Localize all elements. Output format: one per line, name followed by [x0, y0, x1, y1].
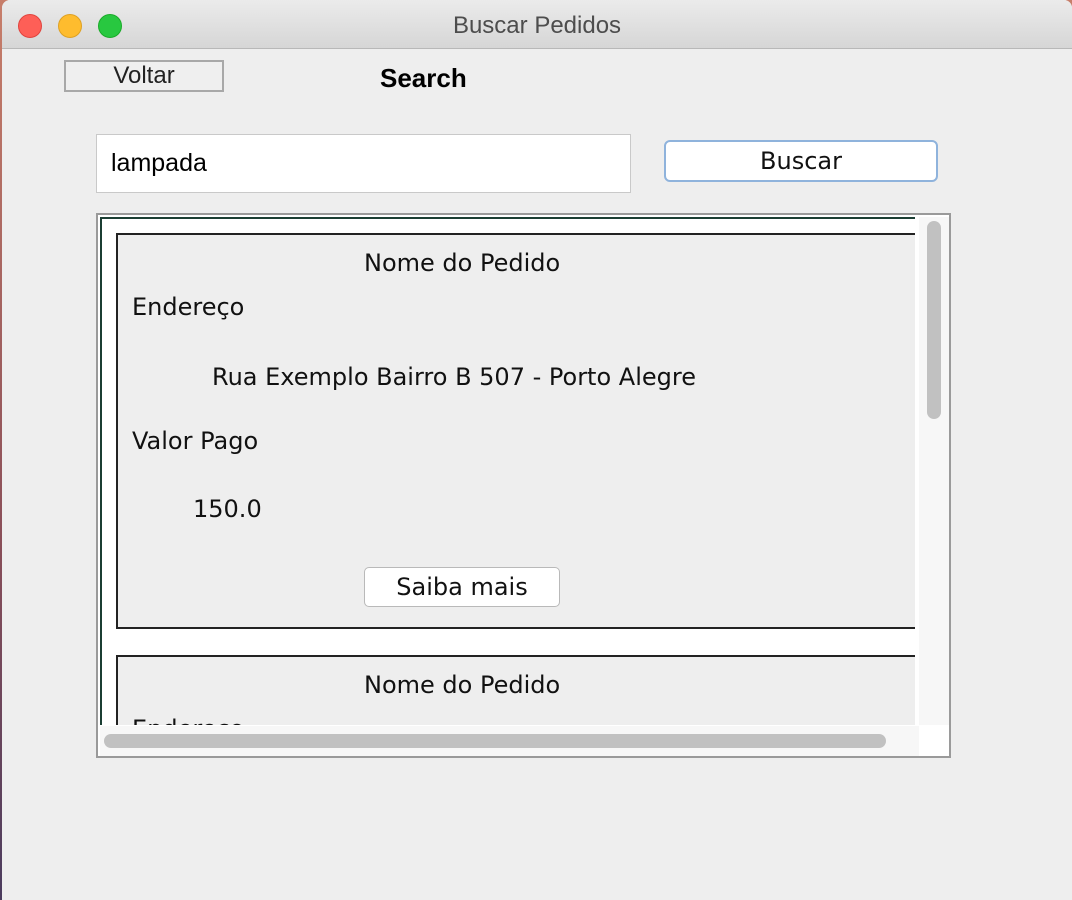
horizontal-scrollbar[interactable] — [100, 726, 919, 756]
price-label: Valor Pago — [132, 427, 259, 455]
search-button[interactable]: Buscar — [664, 140, 938, 182]
order-address: Rua Exemplo Bairro B 507 - Porto Alegre — [212, 363, 696, 391]
title-bar: Buscar Pedidos — [2, 0, 1072, 49]
horizontal-scroll-thumb[interactable] — [104, 734, 886, 748]
vertical-scroll-thumb[interactable] — [927, 221, 941, 419]
page-title: Search — [380, 63, 467, 93]
app-window: Buscar Pedidos Voltar Search lampada Bus… — [2, 0, 1072, 900]
address-label: Endereço — [132, 293, 245, 321]
back-button[interactable]: Voltar — [64, 60, 224, 92]
orders-scroll-pane[interactable]: Nome do Pedido Endereço Rua Exemplo Bair… — [96, 213, 951, 758]
order-price: 150.0 — [193, 495, 262, 523]
order-card: Nome do Pedido Endereço — [116, 655, 915, 725]
order-card: Nome do Pedido Endereço Rua Exemplo Bair… — [116, 233, 915, 629]
more-info-button[interactable]: Saiba mais — [364, 567, 560, 607]
vertical-scrollbar[interactable] — [919, 217, 949, 725]
orders-list: Nome do Pedido Endereço Rua Exemplo Bair… — [100, 217, 915, 725]
address-label: Endereço — [132, 715, 244, 725]
order-name: Nome do Pedido — [364, 671, 561, 699]
order-name: Nome do Pedido — [364, 249, 561, 277]
window-title: Buscar Pedidos — [452, 12, 622, 39]
search-input[interactable]: lampada — [96, 134, 631, 193]
